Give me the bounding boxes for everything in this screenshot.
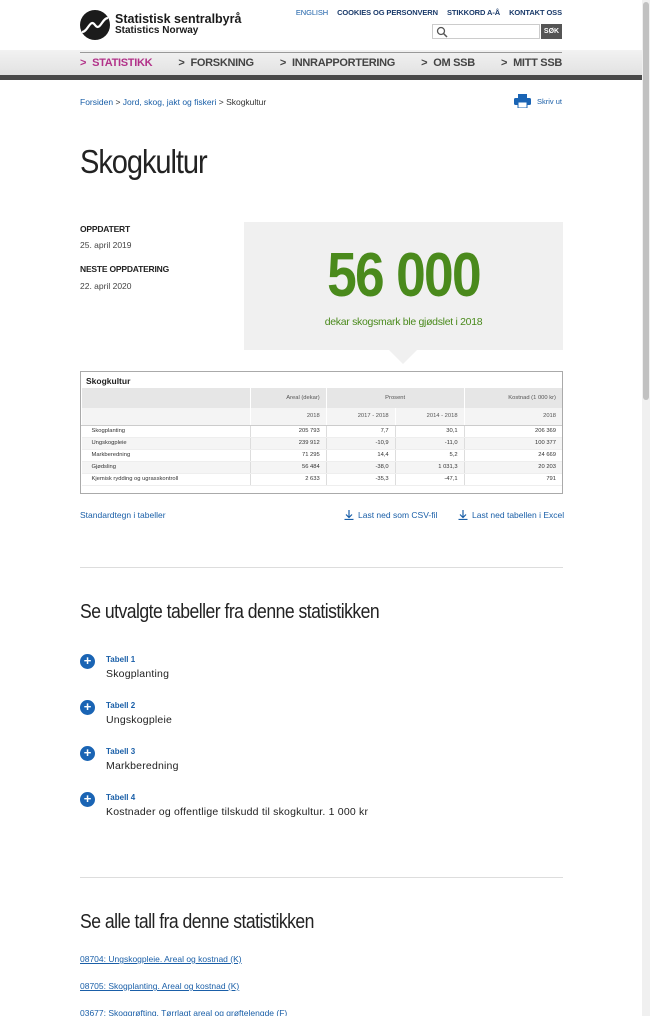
breadcrumb: Forsiden > Jord, skog, jakt og fiskeri >… <box>80 97 266 107</box>
table-header-kostnad: Kostnad (1 000 kr) <box>463 388 562 408</box>
logo-line1: Statistisk sentralbyrå <box>115 12 242 26</box>
nav-item-forskning[interactable]: > FORSKNING <box>178 56 254 69</box>
updated-value: 25. april 2019 <box>80 240 132 250</box>
accordion-table-2[interactable]: + Tabell 2 Ungskogpleie <box>80 700 172 726</box>
next-update-label: NESTE OPPDATERING <box>80 264 170 274</box>
next-update-value: 22. april 2020 <box>80 281 132 291</box>
top-links: ENGLISH COOKIES OG PERSONVERN STIKKORD A… <box>296 8 562 17</box>
breadcrumb-current: Skogkultur <box>226 97 267 107</box>
chevron-right-icon: > <box>80 56 87 69</box>
table-row: Markberedning 71 295 14,4 5,2 24 669 <box>81 449 562 462</box>
page-title: Skogkultur <box>80 143 208 180</box>
top-link-kontakt[interactable]: KONTAKT OSS <box>509 8 562 17</box>
breadcrumb-separator: > <box>218 97 224 107</box>
printer-icon <box>514 94 531 108</box>
search-button[interactable]: SØK <box>541 24 562 39</box>
expand-plus-icon[interactable]: + <box>80 792 95 807</box>
key-figure-arrow <box>389 350 417 364</box>
all-figures-heading: Se alle tall fra denne statistikken <box>80 911 314 933</box>
accordion-table-3[interactable]: + Tabell 3 Markberedning <box>80 746 179 772</box>
nav-item-statistikk[interactable]: > STATISTIKK <box>80 56 153 69</box>
key-figure-value: 56 000 <box>327 241 481 310</box>
site-header: Statistisk sentralbyrå Statistics Norway… <box>0 0 642 80</box>
search-icon <box>436 26 448 38</box>
download-icon <box>344 510 354 520</box>
chevron-right-icon: > <box>500 56 508 69</box>
updated-label: OPPDATERT <box>80 224 130 234</box>
table-caption: Skogkultur <box>86 376 131 386</box>
table-row: Gjødsling 56 484 -38,0 1 031,3 20 203 <box>81 461 562 474</box>
scrollbar-thumb[interactable] <box>643 2 649 400</box>
print-label: Skriv ut <box>537 96 563 106</box>
page-scrollbar[interactable] <box>642 0 650 1016</box>
top-link-stikkord[interactable]: STIKKORD A-Å <box>447 8 500 17</box>
table-header-prosent: Prosent <box>325 388 465 408</box>
accordion-table-4[interactable]: + Tabell 4 Kostnader og offentlige tilsku… <box>80 792 368 818</box>
expand-plus-icon[interactable]: + <box>80 746 95 761</box>
ssb-logo[interactable]: Statistisk sentralbyrå Statistics Norway <box>80 10 241 40</box>
table-row: Ungskogpleie 239 912 -10,9 -11,0 100 377 <box>81 437 562 450</box>
expand-plus-icon[interactable]: + <box>80 700 95 715</box>
section-divider <box>80 877 563 878</box>
statbank-link[interactable]: 08704: Ungskogpleie. Areal og kostnad (K… <box>80 954 242 964</box>
breadcrumb-link-category[interactable]: Jord, skog, jakt og fiskeri <box>123 97 217 107</box>
chevron-right-icon: > <box>178 56 185 69</box>
table-row: Kjemisk rydding og ugrasskontroll 2 633 … <box>81 473 562 486</box>
table-year-header: 2014 - 2018 <box>394 408 465 426</box>
print-button[interactable]: Skriv ut <box>514 94 562 108</box>
breadcrumb-link-home[interactable]: Forsiden <box>80 97 113 107</box>
key-figure-box: 56 000 dekar skogsmark ble gjødslet i 20… <box>244 222 563 350</box>
statistics-table: Skogkultur Areal (dekar) Prosent Kostnad… <box>80 371 563 494</box>
section-divider <box>80 567 563 568</box>
nav-item-om-ssb[interactable]: > OM SSB <box>421 57 475 69</box>
expand-plus-icon[interactable]: + <box>80 654 95 669</box>
top-link-cookies[interactable]: COOKIES OG PERSONVERN <box>337 8 438 17</box>
accordion-table-1[interactable]: + Tabell 1 Skogplanting <box>80 654 169 680</box>
chevron-right-icon: > <box>279 56 286 69</box>
nav-item-innrapportering[interactable]: > INNRAPPORTERING <box>280 57 395 69</box>
download-icon <box>458 510 468 520</box>
selected-tables-heading: Se utvalgte tabeller fra denne statistik… <box>80 601 380 623</box>
search-input[interactable] <box>451 25 539 38</box>
download-excel-link[interactable]: Last ned tabellen i Excel <box>458 510 564 520</box>
table-row: Skogplanting 205 793 7,7 30,1 206 369 <box>81 425 562 438</box>
download-csv-link[interactable]: Last ned som CSV-fil <box>344 510 437 520</box>
chevron-right-icon: > <box>421 56 428 69</box>
breadcrumb-separator: > <box>115 97 121 107</box>
nav-item-mitt-ssb[interactable]: > MITT SSB <box>501 57 562 69</box>
ssb-logo-icon <box>80 10 110 40</box>
search-box <box>432 24 540 39</box>
standard-symbols-link[interactable]: Standardtegn i tabeller <box>80 510 166 520</box>
table-year-header: 2018 <box>249 408 327 426</box>
key-figure-text: dekar skogsmark ble gjødslet i 2018 <box>324 316 483 328</box>
logo-line2: Statistics Norway <box>115 25 199 36</box>
top-link-english[interactable]: ENGLISH <box>296 8 328 17</box>
main-nav: > STATISTIKK > FORSKNING > INNRAPPORTERING … <box>0 50 642 80</box>
statbank-link[interactable]: 08705: Skogplanting. Areal og kostnad (K… <box>80 981 239 991</box>
table-year-header: 2017 - 2018 <box>325 408 396 426</box>
table-header-areal: Areal (dekar) <box>249 388 327 408</box>
statbank-link[interactable]: 03677: Skoggrøfting. Tørrlagt areal og g… <box>80 1008 287 1016</box>
table-corner <box>81 388 251 408</box>
table-year-header: 2018 <box>463 408 562 426</box>
